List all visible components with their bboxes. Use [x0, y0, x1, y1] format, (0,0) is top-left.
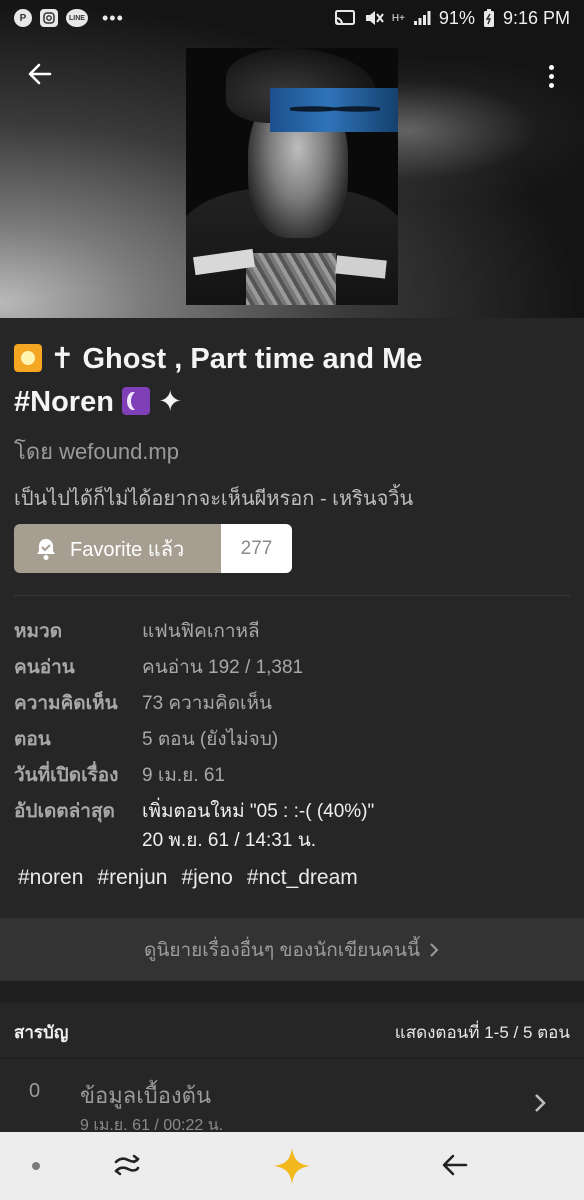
- section-gap: [0, 981, 584, 1003]
- meta-row-start-date: วันที่เปิดเรื่อง 9 เม.ย. 61: [14, 758, 570, 794]
- cross-icon: ✝: [50, 343, 75, 375]
- meta-value[interactable]: เพิ่มตอนใหม่ "05 : :-( (40%)" 20 พ.ย. 61…: [142, 794, 374, 855]
- home-button[interactable]: [272, 1146, 312, 1191]
- story-title: ✝ Ghost , Part time and Me #Noren ✦: [14, 338, 570, 424]
- meta-key: หมวด: [14, 621, 63, 642]
- meta-row-comments: ความคิดเห็น 73 ความคิดเห็น: [14, 686, 570, 722]
- cast-icon: [334, 10, 355, 25]
- story-meta: หมวด แฟนฟิคเกาหลี คนอ่าน คนอ่าน 192 / 1,…: [14, 614, 570, 855]
- signal-icon: [413, 11, 431, 25]
- tag-list: #noren #renjun #jeno #nct_dream: [18, 866, 358, 890]
- last-update-date: 20 พ.ย. 61 / 14:31 น.: [142, 830, 316, 851]
- meta-key: คนอ่าน: [14, 657, 75, 678]
- recent-apps-icon: [114, 1154, 140, 1176]
- battery-icon: [483, 9, 494, 27]
- last-update-chapter: เพิ่มตอนใหม่ "05 : :-( (40%)": [142, 801, 375, 822]
- nav-indicator-dot: [32, 1162, 40, 1170]
- mute-icon: [365, 11, 384, 25]
- sparkle-icon: [274, 1148, 310, 1184]
- meta-row-chapters: ตอน 5 ตอน (ยังไม่จบ): [14, 722, 570, 758]
- toc-title: สารบัญ: [14, 1023, 69, 1042]
- meta-value: 5 ตอน (ยังไม่จบ): [142, 729, 279, 750]
- story-header: P LINE ••• H+ 91% 9:16 PM: [0, 0, 584, 318]
- arrow-left-icon: [28, 63, 52, 85]
- instagram-icon: [40, 9, 58, 27]
- title-text: Ghost , Part time and Me: [82, 343, 423, 375]
- arrow-left-icon: [442, 1154, 468, 1176]
- bell-check-icon: [37, 538, 55, 560]
- network-type-icon: H+: [391, 12, 405, 24]
- meta-key: ตอน: [14, 729, 51, 750]
- tag-link[interactable]: #jeno: [181, 866, 232, 890]
- more-notifications-icon: •••: [102, 7, 124, 28]
- favorite-control[interactable]: Favorite แล้ว 277: [14, 524, 292, 573]
- line-app-icon: LINE: [66, 9, 88, 27]
- favorite-button[interactable]: Favorite แล้ว: [14, 524, 221, 573]
- story-cover-image: [186, 48, 398, 305]
- meta-value: คนอ่าน 192 / 1,381: [142, 657, 304, 678]
- more-stories-label: ดูนิยายเรื่องอื่นๆ ของนักเขียนคนนี้: [144, 939, 420, 961]
- system-back-button[interactable]: [440, 1150, 470, 1185]
- episode-title: ข้อมูลเบื้องต้น: [80, 1083, 212, 1108]
- sun-emoji-icon: [14, 344, 42, 372]
- status-bar: P LINE ••• H+ 91% 9:16 PM: [0, 0, 584, 36]
- sparkle-icon: ✦: [158, 386, 183, 418]
- title-hashtag: #Noren: [14, 386, 114, 418]
- pinterest-icon: P: [14, 9, 32, 27]
- author-line[interactable]: โดย wefound.mp: [14, 434, 179, 469]
- clock: 9:16 PM: [502, 7, 570, 28]
- recent-apps-button[interactable]: [112, 1150, 142, 1185]
- meta-value[interactable]: 73 ความคิดเห็น: [142, 686, 272, 722]
- favorite-count: 277: [221, 524, 292, 573]
- moon-emoji-icon: [121, 387, 150, 415]
- author-prefix: โดย: [14, 439, 53, 464]
- meta-row-readers: คนอ่าน คนอ่าน 192 / 1,381: [14, 650, 570, 686]
- back-button[interactable]: [22, 56, 58, 92]
- tag-link[interactable]: #nct_dream: [247, 866, 358, 890]
- section-divider: [14, 595, 570, 596]
- chevron-right-icon: [430, 942, 439, 957]
- more-options-button[interactable]: [536, 58, 566, 94]
- meta-value[interactable]: แฟนฟิคเกาหลี: [142, 614, 260, 650]
- tag-link[interactable]: #noren: [18, 866, 83, 890]
- tag-link[interactable]: #renjun: [97, 866, 167, 890]
- story-tagline: เป็นไปได้ก็ไม่ได้อยากจะเห็นผีหรอก - เหริ…: [14, 488, 414, 510]
- story-info: ✝ Ghost , Part time and Me #Noren ✦ โดย …: [0, 318, 584, 918]
- toc-count: แสดงตอนที่ 1-5 / 5 ตอน: [394, 1023, 570, 1042]
- toc-header: สารบัญ แสดงตอนที่ 1-5 / 5 ตอน: [14, 1019, 570, 1046]
- system-navigation-bar: [0, 1132, 584, 1200]
- battery-percent: 91%: [438, 7, 475, 28]
- episode-number: 0: [29, 1080, 41, 1102]
- meta-value: 9 เม.ย. 61: [142, 765, 225, 786]
- meta-key: อัปเดตล่าสุด: [14, 801, 115, 822]
- table-of-contents: สารบัญ แสดงตอนที่ 1-5 / 5 ตอน 0 ข้อมูลเบ…: [0, 1003, 584, 1134]
- meta-row-category: หมวด แฟนฟิคเกาหลี: [14, 614, 570, 650]
- meta-key: ความคิดเห็น: [14, 693, 118, 714]
- chevron-right-icon: [535, 1094, 546, 1112]
- favorite-label: Favorite แล้ว: [70, 538, 185, 561]
- meta-row-last-update: อัปเดตล่าสุด เพิ่มตอนใหม่ "05 : :-( (40%…: [14, 794, 570, 855]
- author-name[interactable]: wefound.mp: [59, 439, 179, 464]
- meta-key: วันที่เปิดเรื่อง: [14, 765, 119, 786]
- episode-item[interactable]: 0 ข้อมูลเบื้องต้น 9 เม.ย. 61 / 00:22 น.: [0, 1059, 584, 1134]
- more-vertical-icon: [548, 64, 554, 70]
- more-stories-by-author-button[interactable]: ดูนิยายเรื่องอื่นๆ ของนักเขียนคนนี้: [0, 918, 584, 981]
